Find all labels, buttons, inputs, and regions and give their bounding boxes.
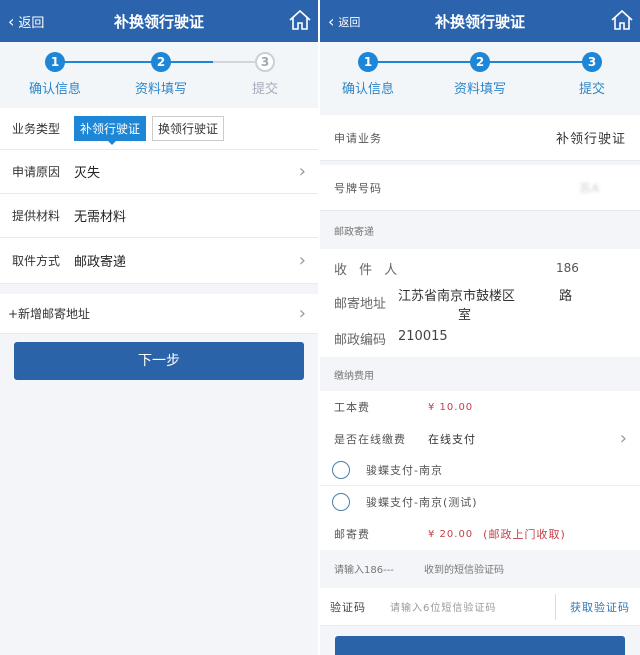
sms-hint: 请输入186--- 收到的短信验证码 <box>334 564 504 576</box>
progress-steps: 1 确认信息 2 资料填写 3 提交 <box>0 42 318 106</box>
next-button[interactable]: 下一步 <box>14 342 304 380</box>
pickup-row[interactable]: 取件方式 邮政寄递 › <box>0 238 318 284</box>
back-label: 返回 <box>18 16 45 31</box>
chevron-left-icon: ‹ <box>328 12 335 31</box>
code-row: 验证码 请输入6位短信验证码 获取验证码 <box>320 588 640 626</box>
submit-button[interactable] <box>335 636 625 655</box>
home-icon[interactable] <box>610 8 634 32</box>
step-3: 3 提交 <box>225 52 305 97</box>
apply-row: 申请业务 补领行驶证 <box>320 115 640 161</box>
step-2: 2 资料填写 <box>121 52 201 97</box>
header: ‹ 返回 补换领行驶证 <box>0 0 318 42</box>
address-card[interactable]: 收 件 人 186 邮寄地址 江苏省南京市鼓楼区 路室 邮政编码 210015 <box>320 249 640 357</box>
business-type-row: 业务类型 补领行驶证 换领行驶证 <box>0 108 318 150</box>
code-input[interactable]: 请输入6位短信验证码 <box>390 599 496 614</box>
add-address-row[interactable]: +新增邮寄地址 › <box>0 294 318 334</box>
option-replace[interactable]: 换领行驶证 <box>152 116 225 141</box>
pay-option-2[interactable]: 骏蝶支付-南京(测试) <box>320 486 640 518</box>
step-1: 1 确认信息 <box>15 52 95 97</box>
materials-row: 提供材料 无需材料 <box>0 194 318 238</box>
option-reissue[interactable]: 补领行驶证 <box>74 116 147 145</box>
step-1: 1 确认信息 <box>328 52 408 97</box>
back-button[interactable]: ‹ 返回 <box>328 12 360 31</box>
postal-section-title: 邮政寄递 <box>334 226 374 238</box>
progress-steps: 1 确认信息 2 资料填写 3 提交 <box>320 42 640 110</box>
left-screen: ‹ 返回 补换领行驶证 1 确认信息 2 资料填写 3 提交 业务类型 补领行驶证 换领… <box>0 0 318 655</box>
back-button[interactable]: ‹ 返回 <box>8 12 44 31</box>
home-icon[interactable] <box>288 8 312 32</box>
radio-icon <box>332 460 350 479</box>
fee-section-title: 缴纳费用 <box>334 370 374 382</box>
online-pay-row[interactable]: 是否在线缴费 在线支付 › <box>320 423 640 454</box>
get-code-button[interactable]: 获取验证码 <box>570 599 630 615</box>
chevron-right-icon: › <box>298 303 306 324</box>
right-screen: ‹ 返回 补换领行驶证 1 确认信息 2 资料填写 3 提交 申请业务 补领行驶证 号牌号… <box>320 0 640 655</box>
step-3: 3 提交 <box>552 52 632 97</box>
business-type-label: 业务类型 <box>12 122 61 136</box>
page-title: 补换领行驶证 <box>113 12 204 31</box>
chevron-right-icon: › <box>298 250 306 271</box>
header: ‹ 返回 补换领行驶证 <box>320 0 640 42</box>
step-2: 2 资料填写 <box>440 52 520 97</box>
page-title: 补换领行驶证 <box>434 12 525 31</box>
reason-row[interactable]: 申请原因 灭失 › <box>0 150 318 194</box>
chevron-left-icon: ‹ <box>8 12 15 31</box>
fee-list: 工本费 ¥ 10.00 是否在线缴费 在线支付 › 骏蝶支付-南京 骏蝶支付-南京(测… <box>320 391 640 550</box>
chevron-right-icon: › <box>298 161 306 182</box>
plate-row: 号牌号码 苏A <box>320 165 640 211</box>
pay-option-1[interactable]: 骏蝶支付-南京 <box>320 454 640 486</box>
chevron-right-icon: › <box>619 428 628 449</box>
radio-icon <box>332 493 350 511</box>
